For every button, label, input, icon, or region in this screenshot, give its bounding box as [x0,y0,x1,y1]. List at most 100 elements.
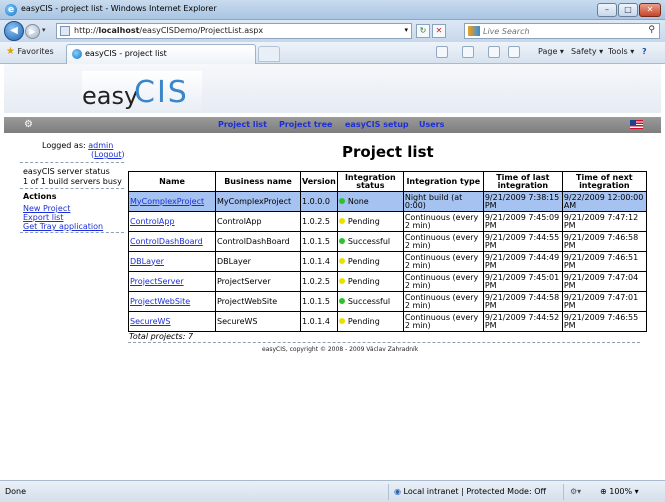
url-text: http://localhost/easyCISDemo/ProjectList… [74,26,264,35]
search-icon[interactable]: ⚲ [648,25,655,35]
table-row[interactable]: ProjectServer ProjectServer 1.0.2.5 Pending… [128,271,647,292]
project-link[interactable]: SecureWS [130,317,171,326]
cell-next-integration: 9/21/2009 7:46:55 PM [561,311,647,332]
cell-version: 1.0.2.5 [300,271,338,292]
back-button[interactable]: ◀ [4,21,24,41]
cell-name: ProjectWebSite [128,291,216,312]
cell-version: 1.0.2.5 [300,211,338,232]
server-status: easyCIS server status 1 of 1 build serve… [23,167,122,186]
cell-type: Night build (at 0:00) [402,191,484,212]
us-flag-icon[interactable] [630,120,643,129]
cell-next-integration: 9/21/2009 7:47:12 PM [561,211,647,232]
address-dropdown-icon[interactable]: ▾ [404,26,408,34]
cell-last-integration: 9/21/2009 7:38:15 PM [482,191,563,212]
cell-type: Continuous (every 2 min) [402,231,484,252]
export-list-link[interactable]: Export list [23,213,63,222]
col-header-business-name: Business name [215,171,301,192]
cell-business-name: MyComplexProject [215,191,301,212]
table-row[interactable]: ControlApp ControlApp 1.0.2.5 Pending Contin… [128,211,647,232]
col-header-name: Name [128,171,216,192]
menu-users[interactable]: Users [419,120,444,129]
get-tray-app-link[interactable]: Get Tray application [23,222,103,231]
search-box[interactable]: ⚲ [464,23,660,39]
tab-active[interactable]: easyCIS - project list [66,44,256,64]
address-input[interactable]: http://localhost/easyCISDemo/ProjectList… [56,23,412,39]
col-header-next: Time of next integration [561,171,647,192]
project-link[interactable]: ProjectWebSite [130,297,190,306]
project-link[interactable]: MyComplexProject [130,197,204,206]
status-dot-icon [338,198,345,204]
cell-business-name: SecureWS [215,311,301,332]
table-row[interactable]: ProjectWebSite ProjectWebSite 1.0.1.5 Succe… [128,291,647,312]
minimize-button[interactable]: – [597,3,617,17]
security-zone[interactable]: ◉ Local intranet | Protected Mode: Off [394,487,546,496]
status-label: Pending [347,276,380,286]
footer-divider [128,342,640,343]
new-tab-button[interactable] [258,46,280,62]
cell-type: Continuous (every 2 min) [402,211,484,232]
maximize-button[interactable]: □ [618,3,638,17]
status-divider [563,484,564,500]
tab-label: easyCIS - project list [85,49,167,58]
intranet-globe-icon: ◉ [394,487,401,496]
zoom-control[interactable]: ⊕ 100% ▾ [600,487,639,496]
forward-button[interactable]: ▶ [25,24,40,39]
cell-type: Continuous (every 2 min) [402,251,484,272]
cell-status: Successful [336,231,404,252]
cell-last-integration: 9/21/2009 7:44:49 PM [482,251,563,272]
stop-button[interactable]: ✕ [432,24,446,38]
cell-business-name: ProjectServer [215,271,301,292]
status-label: Pending [347,256,380,266]
menu-project-list[interactable]: Project list [218,120,267,129]
status-dot-icon [338,278,345,284]
sidebar-divider [20,188,124,189]
cell-name: MyComplexProject [128,191,216,212]
table-row[interactable]: DBLayer DBLayer 1.0.1.4 Pending Continuous (… [128,251,647,272]
page-menu[interactable]: Page ▾ [538,47,564,56]
cell-name: ControlApp [128,211,216,232]
cell-status: Pending [336,211,404,232]
close-button[interactable]: ✕ [639,3,661,17]
favorites-star-icon: ★ [6,46,15,57]
cell-next-integration: 9/21/2009 7:47:04 PM [561,271,647,292]
status-label: Pending [347,216,380,226]
project-link[interactable]: ControlDashBoard [130,237,203,246]
zoom-icon: ⊕ [600,487,607,496]
status-label: Successful [347,236,391,246]
recent-pages-dropdown-icon[interactable]: ▾ [42,26,46,34]
cell-status: Pending [336,251,404,272]
feeds-icon[interactable] [462,46,474,58]
copyright: easyCIS, copyright © 2008 - 2009 Václav … [262,346,419,353]
favorites-button[interactable]: ★ Favorites [6,46,54,57]
user-link[interactable]: admin [88,141,113,150]
cell-next-integration: 9/21/2009 7:46:58 PM [561,231,647,252]
help-icon[interactable]: ? [642,47,647,56]
logo-cis: CIS [134,75,189,110]
status-divider [388,484,389,500]
safety-menu[interactable]: Safety ▾ [571,47,603,56]
project-link[interactable]: ProjectServer [130,277,184,286]
status-label: Successful [347,296,391,306]
menu-project-tree[interactable]: Project tree [279,120,332,129]
table-row[interactable]: SecureWS SecureWS 1.0.1.4 Pending Continuous… [128,311,647,332]
cell-status: Pending [336,311,404,332]
protected-mode-icon[interactable]: ⚙▾ [570,487,581,496]
read-mail-icon[interactable] [488,46,500,58]
refresh-button[interactable]: ↻ [416,24,430,38]
search-input[interactable] [483,25,633,37]
project-link[interactable]: DBLayer [130,257,164,266]
tab-ie-icon [72,49,82,59]
home-icon[interactable] [436,46,448,58]
new-project-link[interactable]: New Project [23,204,70,213]
project-link[interactable]: ControlApp [130,217,175,226]
menu-easycis-setup[interactable]: easyCIS setup [345,120,409,129]
total-projects: Total projects: 7 [129,332,194,341]
tools-menu[interactable]: Tools ▾ [608,47,634,56]
sidebar-divider [20,232,124,233]
print-icon[interactable] [508,46,520,58]
col-header-status: Integration status [336,171,404,192]
table-row[interactable]: MyComplexProject MyComplexProject 1.0.0.0 N… [128,191,647,212]
logout-link[interactable]: (Logout) [91,150,125,159]
table-row[interactable]: ControlDashBoard ControlDashBoard 1.0.1.5 S… [128,231,647,252]
cell-type: Continuous (every 2 min) [402,311,484,332]
